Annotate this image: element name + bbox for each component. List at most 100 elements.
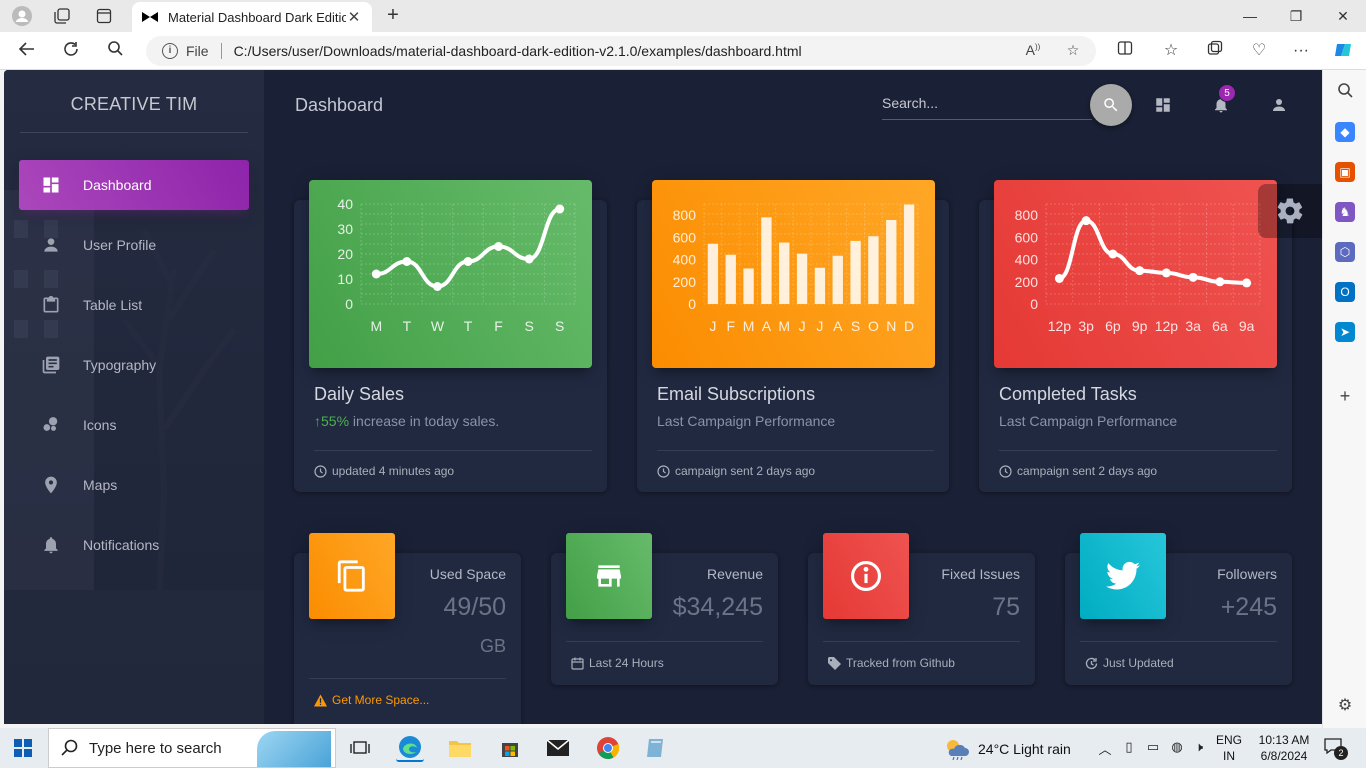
stat-value-number: 49/50 — [443, 593, 506, 621]
stat-category: Fixed Issues — [941, 566, 1020, 582]
file-explorer-icon[interactable] — [446, 734, 474, 762]
windows-taskbar: Type here to search 24°C Light rain ︿ ▯ … — [0, 728, 1366, 768]
sidebar-item-typography[interactable]: Typography — [19, 340, 249, 390]
sidebar-item-notifications[interactable]: Notifications — [19, 520, 249, 570]
search-button[interactable] — [1090, 84, 1132, 126]
address-field[interactable]: i File C:/Users/user/Downloads/material-… — [146, 36, 1096, 66]
data-point — [555, 204, 565, 214]
shopping-tag-icon[interactable]: ◆ — [1335, 122, 1355, 142]
account-person-icon[interactable] — [1268, 94, 1290, 116]
browser-tab-active[interactable]: Material Dashboard Dark Edition ✕ — [132, 2, 372, 32]
brand-logo-text[interactable]: CREATIVE TIM — [4, 94, 264, 115]
x-tick-label: A — [762, 318, 772, 334]
clipboard-icon — [39, 293, 63, 317]
back-button[interactable] — [16, 40, 38, 62]
notes-app-icon[interactable] — [642, 734, 670, 762]
taskbar-clock[interactable]: 10:13 AM 6/8/2024 — [1256, 732, 1312, 764]
daily-sales-chart: 0 10 20 30 40 M T W T F S S — [309, 180, 592, 368]
search-input[interactable]: Search... — [882, 90, 1092, 120]
tab-actions-icon[interactable] — [94, 6, 114, 26]
taskbar-search-placeholder: Type here to search — [89, 739, 222, 757]
data-point — [402, 257, 412, 266]
info-outline-icon — [823, 533, 909, 619]
mail-icon[interactable] — [544, 734, 572, 762]
refresh-button[interactable] — [60, 40, 82, 62]
bell-icon — [39, 533, 63, 557]
notification-center-button[interactable]: 2 — [1324, 738, 1348, 760]
device-icon[interactable]: ▯ — [1120, 739, 1138, 757]
windows-start-button[interactable] — [14, 739, 32, 757]
microsoft-store-icon[interactable] — [496, 734, 524, 762]
profile-icon[interactable] — [12, 6, 32, 26]
x-tick-label: 3p — [1078, 318, 1094, 334]
get-more-space-link[interactable]: Get More Space... — [332, 693, 429, 707]
search-icon[interactable] — [104, 40, 126, 62]
edge-taskbar-icon[interactable] — [396, 734, 424, 762]
tag-icon — [828, 656, 841, 670]
stat-divider — [823, 641, 1020, 642]
games-icon[interactable]: ♞ — [1335, 202, 1355, 222]
card-title: Email Subscriptions — [657, 384, 816, 404]
copilot-icon[interactable] — [1332, 40, 1354, 62]
sidebar-item-maps[interactable]: Maps — [19, 460, 249, 510]
battery-icon[interactable]: ▭ — [1144, 739, 1162, 757]
x-tick-label: M — [743, 318, 755, 334]
taskbar-search-box[interactable]: Type here to search — [48, 728, 336, 768]
y-tick-label: 40 — [337, 196, 353, 212]
tab-close-icon[interactable]: ✕ — [346, 8, 362, 26]
language-code: ENG — [1216, 733, 1243, 747]
collections-icon[interactable] — [1204, 40, 1226, 62]
warning-icon — [314, 693, 327, 707]
used-space-card: Used Space 49/50 GB Get More Space... — [294, 533, 521, 724]
sidebar-item-user-profile[interactable]: User Profile — [19, 220, 249, 270]
stat-category: Used Space — [429, 566, 506, 582]
minimize-button[interactable]: — — [1240, 6, 1260, 26]
daily-sales-card: 0 10 20 30 40 M T W T F S S Daily Sales ↑55% increa… — [294, 180, 607, 492]
microsoft-365-icon[interactable]: ⬡ — [1335, 242, 1355, 262]
sidebar-item-table-list[interactable]: Table List — [19, 280, 249, 330]
chrome-icon[interactable] — [594, 734, 622, 762]
increase-text: increase in today sales. — [349, 413, 500, 429]
sidebar-search-icon[interactable] — [1335, 82, 1355, 102]
send-icon[interactable]: ➤ — [1335, 322, 1355, 342]
favorites-icon[interactable]: ☆ — [1160, 40, 1182, 62]
page-title[interactable]: Dashboard — [295, 95, 383, 116]
sidebar-item-dashboard[interactable]: Dashboard — [19, 160, 249, 210]
volume-muted-icon[interactable]: 🕨 — [1190, 739, 1208, 757]
sidebar-item-icons[interactable]: Icons — [19, 400, 249, 450]
new-tab-button[interactable]: + — [382, 5, 404, 27]
dashboard-apps-icon[interactable] — [1152, 94, 1174, 116]
x-tick-label: O — [868, 318, 879, 334]
fixed-plugin-settings-button[interactable] — [1258, 184, 1322, 238]
network-globe-icon[interactable]: ◍ — [1168, 739, 1186, 757]
clock-icon — [657, 464, 670, 478]
x-tick-label: 6a — [1212, 318, 1228, 334]
url-text: C:/Users/user/Downloads/material-dashboa… — [233, 43, 802, 59]
y-tick-label: 600 — [1015, 229, 1039, 245]
tools-briefcase-icon[interactable]: ▣ — [1335, 162, 1355, 182]
read-aloud-icon[interactable]: A)) — [1024, 42, 1042, 60]
input-language[interactable]: ENG IN — [1216, 732, 1242, 764]
workspaces-icon[interactable] — [52, 6, 72, 26]
data-point — [1242, 278, 1252, 288]
add-sidebar-app-icon[interactable]: + — [1335, 386, 1355, 406]
split-screen-icon[interactable] — [1114, 40, 1136, 62]
y-tick-label: 200 — [673, 274, 697, 290]
maximize-button[interactable]: ❐ — [1286, 6, 1306, 26]
settings-more-icon[interactable]: ··· — [1290, 40, 1312, 62]
show-hidden-icons-chevron-icon[interactable]: ︿ — [1096, 739, 1114, 757]
stat-footer-text: Tracked from Github — [846, 656, 955, 670]
location-icon — [39, 473, 63, 497]
sidebar-item-label: Typography — [83, 357, 157, 373]
weather-widget[interactable]: 24°C Light rain — [944, 738, 1071, 760]
gear-icon — [1277, 198, 1303, 224]
close-window-button[interactable]: ✕ — [1333, 6, 1353, 26]
task-view-icon[interactable] — [346, 734, 374, 762]
x-tick-label: M — [778, 318, 790, 334]
favorite-star-icon[interactable]: ☆ — [1064, 42, 1082, 60]
browser-essentials-icon[interactable]: ♡ — [1248, 40, 1270, 62]
outlook-icon[interactable]: O — [1335, 282, 1355, 302]
site-info-icon[interactable]: i — [162, 43, 178, 59]
stat-footer-text: Last 24 Hours — [589, 656, 664, 670]
sidebar-settings-icon[interactable]: ⚙ — [1335, 696, 1355, 716]
